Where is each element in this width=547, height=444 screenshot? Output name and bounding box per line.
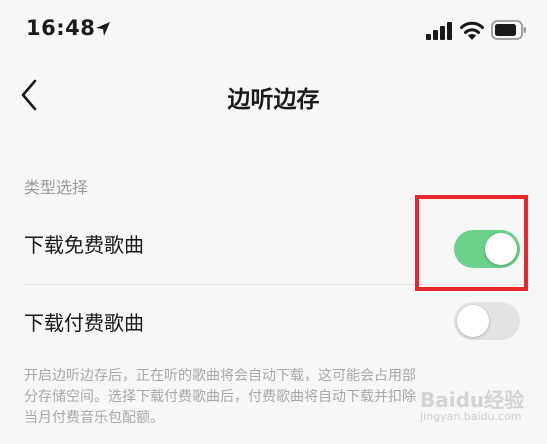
wifi-icon: [460, 21, 484, 40]
navigation-bar: 边听边存: [0, 62, 547, 132]
status-bar: 16:48: [0, 0, 547, 62]
page-title: 边听边存: [227, 87, 320, 113]
section-header: 类型选择: [24, 178, 89, 197]
watermark-url: jingyan.baidu.com: [420, 410, 522, 423]
download-paid-toggle[interactable]: [454, 302, 520, 340]
setting-row-download-paid[interactable]: 下载付费歌曲: [0, 284, 547, 356]
signal-bars-icon: [426, 22, 452, 40]
location-arrow-icon: [96, 22, 110, 36]
setting-label-download-paid: 下载付费歌曲: [24, 311, 144, 335]
watermark-logo: Baidu经验: [420, 388, 525, 412]
highlight-annotation-box: [415, 195, 528, 291]
status-time: 16:48: [26, 16, 96, 40]
battery-icon: [491, 20, 526, 40]
setting-label-download-free: 下载免费歌曲: [24, 233, 144, 257]
toggle-knob: [457, 305, 489, 337]
